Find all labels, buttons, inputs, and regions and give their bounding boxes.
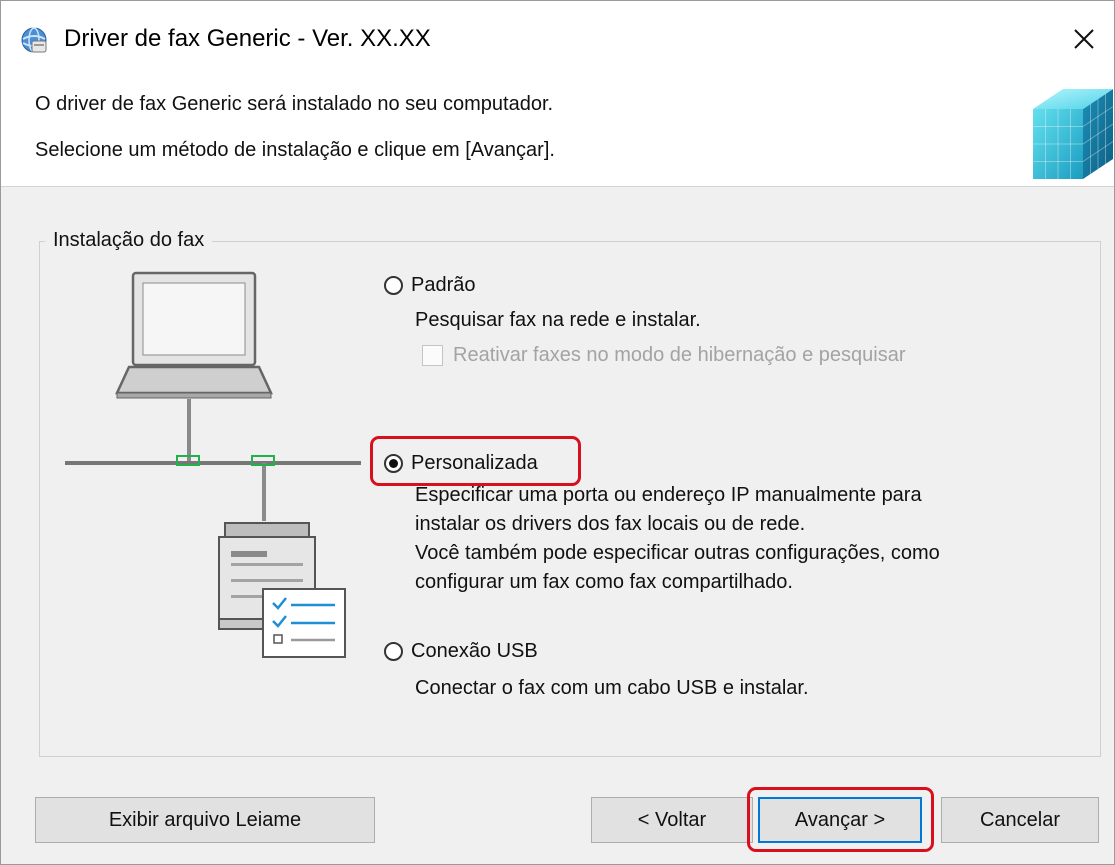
header-panel: O driver de fax Generic será instalado n… bbox=[1, 77, 1114, 187]
radio-circle bbox=[384, 642, 403, 661]
installer-globe-icon bbox=[21, 27, 47, 53]
readme-button[interactable]: Exibir arquivo Leiame bbox=[35, 797, 375, 843]
next-button[interactable]: Avançar > bbox=[758, 797, 922, 843]
description-line: configurar um fax como fax compartilhado… bbox=[415, 571, 793, 593]
laptop-icon bbox=[115, 271, 273, 399]
cube-stack-icon bbox=[1033, 89, 1114, 179]
close-button[interactable] bbox=[1054, 11, 1114, 67]
installer-window: Driver de fax Generic - Ver. XX.XX O dri… bbox=[0, 0, 1115, 865]
padrao-description: Pesquisar fax na rede e instalar. bbox=[415, 309, 701, 331]
header-instruction-text: Selecione um método de instalação e cliq… bbox=[35, 139, 555, 161]
checklist-icon bbox=[262, 588, 346, 658]
radio-usb-label: Conexão USB bbox=[411, 640, 538, 662]
description-line: Especificar uma porta ou endereço IP man… bbox=[415, 484, 922, 506]
groupbox-label: Instalação do fax bbox=[45, 229, 213, 252]
back-button[interactable]: < Voltar bbox=[591, 797, 753, 843]
close-icon bbox=[1074, 29, 1094, 49]
network-illustration bbox=[65, 271, 361, 658]
header-intro-text: O driver de fax Generic será instalado n… bbox=[35, 93, 554, 115]
radio-personalizada-label: Personalizada bbox=[411, 452, 538, 474]
window-title: Driver de fax Generic - Ver. XX.XX bbox=[64, 25, 431, 52]
radio-padrao[interactable]: Padrão bbox=[384, 274, 476, 297]
personalizada-description: Especificar uma porta ou endereço IP man… bbox=[415, 481, 940, 597]
cancel-button[interactable]: Cancelar bbox=[941, 797, 1099, 843]
radio-circle bbox=[384, 276, 403, 295]
title-bar: Driver de fax Generic - Ver. XX.XX bbox=[1, 1, 1114, 77]
description-line: Você também pode especificar outras conf… bbox=[415, 542, 940, 564]
checkbox-box bbox=[422, 345, 443, 366]
usb-description: Conectar o fax com um cabo USB e instala… bbox=[415, 677, 809, 699]
radio-padrao-label: Padrão bbox=[411, 274, 476, 296]
reactivate-sleep-checkbox[interactable]: Reativar faxes no modo de hibernação e p… bbox=[422, 344, 906, 367]
radio-personalizada[interactable]: Personalizada bbox=[384, 452, 538, 475]
radio-circle bbox=[384, 454, 403, 473]
radio-usb[interactable]: Conexão USB bbox=[384, 640, 538, 663]
description-line: instalar os drivers dos fax locais ou de… bbox=[415, 513, 806, 535]
reactivate-sleep-label: Reativar faxes no modo de hibernação e p… bbox=[453, 344, 906, 366]
